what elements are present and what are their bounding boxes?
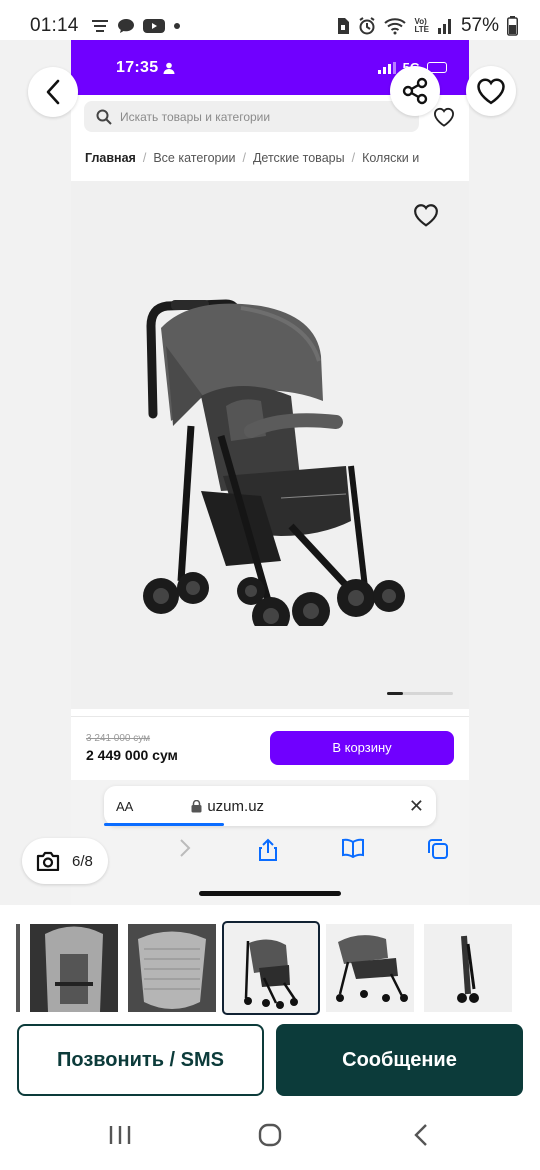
call-sms-button[interactable]: Позвонить / SMS (17, 1024, 264, 1096)
battery-percent: 57% (460, 15, 499, 36)
signal-icon (437, 19, 451, 34)
notification-icons (91, 18, 181, 34)
thumbnail-strip[interactable] (0, 918, 540, 1018)
thumbnail[interactable] (424, 924, 512, 1012)
breadcrumb-separator: / (142, 151, 147, 165)
url-domain: uzum.uz (207, 797, 265, 815)
camera-icon (36, 851, 60, 871)
reader-aa-button: AA (116, 798, 134, 814)
person-icon (163, 62, 175, 74)
share-upload-icon (259, 838, 277, 861)
image-counter: 6/8 (22, 838, 108, 884)
url-text: uzum.uz (191, 798, 264, 815)
image-counter-text: 6/8 (72, 852, 93, 870)
image-pager (387, 692, 453, 695)
chevron-left-icon (46, 79, 60, 105)
book-icon (342, 838, 364, 858)
inner-price-bar: 3 241 000 сум 2 449 000 сум В корзину (71, 716, 469, 778)
image-gallery[interactable]: 17:35 5G Искать товары и категории Главн… (0, 40, 540, 905)
thumbnail[interactable] (30, 924, 118, 1012)
url-bar: AA uzum.uz ✕ (104, 786, 436, 826)
thumbnail[interactable] (128, 924, 216, 1012)
alarm-icon (359, 17, 376, 35)
breadcrumb-item: Все категории (153, 151, 236, 165)
gallery-image: 17:35 5G Искать товары и категории Главн… (71, 40, 469, 905)
close-icon: ✕ (408, 795, 424, 816)
tabs-icon (428, 839, 448, 859)
breadcrumb-item: Коляски и (362, 151, 420, 165)
thumbnail-image (244, 939, 298, 1009)
old-price: 3 241 000 сум (86, 732, 151, 744)
inner-browser-bar: AA uzum.uz ✕ (71, 780, 469, 905)
volte-indicator: Vo) LTE (414, 18, 429, 34)
inner-price-block: 3 241 000 сум 2 449 000 сум (86, 733, 178, 763)
image-pager-active (387, 692, 403, 695)
share-button[interactable] (390, 66, 440, 116)
add-to-cart-button: В корзину (270, 730, 454, 765)
heart-icon (433, 107, 455, 127)
breadcrumb-separator: / (242, 151, 246, 165)
inner-search-field: Искать товары и категории (84, 101, 419, 132)
breadcrumb-item: Детские товары (252, 151, 345, 165)
lock-icon (191, 799, 202, 812)
contact-actions: Позвонить / SMS Сообщение (0, 1022, 540, 1098)
page-load-progress (104, 823, 224, 826)
heart-icon (414, 204, 438, 227)
sim-lock-icon (338, 18, 350, 34)
system-indicators: Vo) LTE 57% (336, 15, 518, 37)
thumbnail[interactable] (326, 924, 414, 1012)
chat-bubble-icon (117, 19, 134, 33)
inner-search-placeholder: Искать товары и категории (120, 109, 271, 124)
inner-product-photo (71, 181, 469, 709)
chevron-right-icon (180, 839, 191, 857)
wifi-icon (384, 18, 407, 35)
inner-time: 17:35 (116, 58, 159, 76)
current-price: 2 449 000 сум (86, 746, 178, 763)
volte-bottom: LTE (414, 25, 429, 34)
menu-lines-icon (91, 20, 108, 32)
share-icon (402, 77, 428, 105)
thumbnail-image (336, 935, 408, 1002)
search-icon (96, 109, 112, 125)
status-time: 01:14 (30, 15, 79, 36)
recent-apps-icon[interactable] (108, 1123, 132, 1147)
thumbnail-image (457, 935, 479, 1003)
thumbnail-image (30, 924, 118, 1012)
back-nav-icon[interactable] (413, 1123, 429, 1147)
favorite-button[interactable] (466, 66, 516, 116)
inner-home-indicator (199, 891, 341, 896)
battery-icon (507, 16, 518, 36)
youtube-icon (142, 19, 165, 33)
breadcrumb-separator: / (351, 151, 356, 165)
inner-breadcrumb: Главная / Все категории / Детские товары… (71, 138, 469, 178)
android-navigation-bar (0, 1105, 540, 1170)
back-button[interactable] (28, 67, 78, 117)
breadcrumb-item: Главная (85, 151, 136, 165)
inner-signal-icon (377, 61, 396, 74)
stroller-image (143, 299, 405, 626)
home-icon[interactable] (258, 1123, 282, 1147)
heart-icon (477, 78, 505, 105)
dot-icon (173, 23, 180, 29)
message-button[interactable]: Сообщение (276, 1024, 523, 1096)
thumbnail-selected[interactable] (222, 921, 320, 1015)
thumbnail[interactable] (16, 924, 20, 1012)
thumbnail-image (128, 924, 216, 1012)
